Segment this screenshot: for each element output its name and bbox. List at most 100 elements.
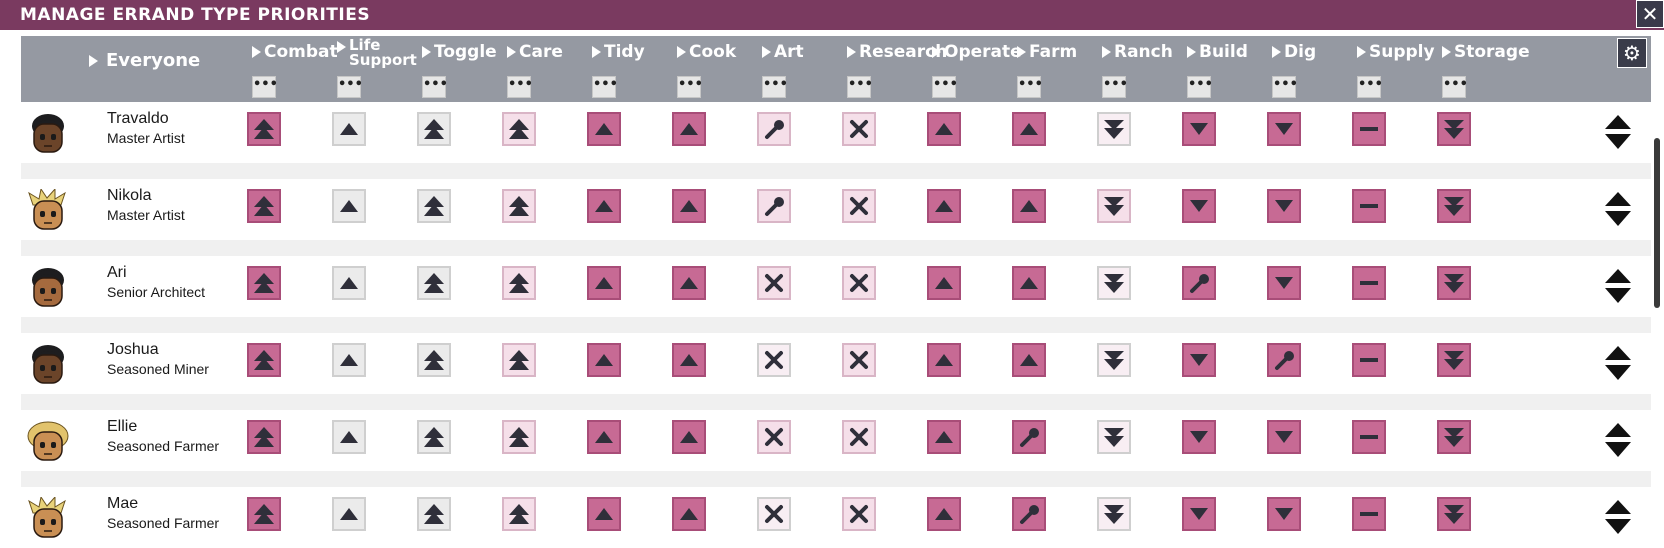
- priority-toggle-farm[interactable]: [1012, 420, 1046, 454]
- duplicant-name[interactable]: Ellie: [107, 418, 137, 436]
- priority-toggle-combat[interactable]: [247, 266, 281, 300]
- priority-toggle-cook[interactable]: [672, 189, 706, 223]
- avatar[interactable]: [27, 343, 69, 387]
- priority-toggle-supply[interactable]: [1352, 266, 1386, 300]
- priority-toggle-tidy[interactable]: [587, 266, 621, 300]
- priority-toggle-ranch[interactable]: [1097, 189, 1131, 223]
- priority-toggle-tidy[interactable]: [587, 497, 621, 531]
- column-sort-toggle[interactable]: Farm: [1017, 42, 1077, 62]
- priority-toggle-combat[interactable]: [247, 497, 281, 531]
- priority-toggle-dig[interactable]: [1267, 343, 1301, 377]
- priority-toggle-tidy[interactable]: [587, 189, 621, 223]
- priority-toggle-care[interactable]: [502, 189, 536, 223]
- priority-toggle-research[interactable]: [842, 189, 876, 223]
- column-options-button[interactable]: •••: [1187, 76, 1213, 98]
- avatar[interactable]: [27, 266, 69, 310]
- priority-toggle-toggle[interactable]: [417, 420, 451, 454]
- column-sort-toggle[interactable]: Build: [1187, 42, 1248, 62]
- priority-toggle-toggle[interactable]: [417, 112, 451, 146]
- priority-toggle-supply[interactable]: [1352, 189, 1386, 223]
- priority-toggle-supply[interactable]: [1352, 497, 1386, 531]
- column-sort-toggle[interactable]: Life Support: [337, 38, 417, 68]
- priority-toggle-research[interactable]: [842, 112, 876, 146]
- column-options-button[interactable]: •••: [1017, 76, 1043, 98]
- row-priority-adjust-button[interactable]: [1603, 112, 1633, 152]
- priority-toggle-combat[interactable]: [247, 420, 281, 454]
- column-sort-toggle[interactable]: Art: [762, 42, 804, 62]
- priority-toggle-life[interactable]: [332, 112, 366, 146]
- column-options-button[interactable]: •••: [1442, 76, 1468, 98]
- column-options-button[interactable]: •••: [847, 76, 873, 98]
- column-options-button[interactable]: •••: [507, 76, 533, 98]
- priority-toggle-dig[interactable]: [1267, 497, 1301, 531]
- row-priority-adjust-button[interactable]: [1603, 189, 1633, 229]
- priority-toggle-toggle[interactable]: [417, 497, 451, 531]
- row-priority-adjust-button[interactable]: [1603, 497, 1633, 537]
- priority-toggle-farm[interactable]: [1012, 266, 1046, 300]
- priority-toggle-ranch[interactable]: [1097, 112, 1131, 146]
- priority-toggle-combat[interactable]: [247, 112, 281, 146]
- priority-toggle-dig[interactable]: [1267, 112, 1301, 146]
- priority-toggle-combat[interactable]: [247, 189, 281, 223]
- priority-toggle-cook[interactable]: [672, 266, 706, 300]
- column-sort-toggle[interactable]: Dig: [1272, 42, 1316, 62]
- priority-toggle-art[interactable]: [757, 420, 791, 454]
- priority-toggle-supply[interactable]: [1352, 420, 1386, 454]
- priority-toggle-toggle[interactable]: [417, 189, 451, 223]
- priority-toggle-cook[interactable]: [672, 343, 706, 377]
- priority-toggle-cook[interactable]: [672, 497, 706, 531]
- priority-toggle-farm[interactable]: [1012, 343, 1046, 377]
- priority-toggle-combat[interactable]: [247, 343, 281, 377]
- column-sort-toggle[interactable]: Toggle: [422, 42, 497, 62]
- priority-toggle-care[interactable]: [502, 343, 536, 377]
- priority-toggle-supply[interactable]: [1352, 343, 1386, 377]
- priority-toggle-farm[interactable]: [1012, 112, 1046, 146]
- priority-toggle-ranch[interactable]: [1097, 497, 1131, 531]
- priority-toggle-build[interactable]: [1182, 112, 1216, 146]
- priority-toggle-storage[interactable]: [1437, 189, 1471, 223]
- priority-toggle-storage[interactable]: [1437, 420, 1471, 454]
- everyone-toggle[interactable]: Everyone: [89, 50, 200, 71]
- column-options-button[interactable]: •••: [932, 76, 958, 98]
- priority-toggle-art[interactable]: [757, 112, 791, 146]
- row-priority-adjust-button[interactable]: [1603, 420, 1633, 460]
- priority-toggle-build[interactable]: [1182, 420, 1216, 454]
- priority-toggle-tidy[interactable]: [587, 420, 621, 454]
- priority-toggle-care[interactable]: [502, 266, 536, 300]
- priority-toggle-dig[interactable]: [1267, 420, 1301, 454]
- column-options-button[interactable]: •••: [592, 76, 618, 98]
- priority-toggle-ranch[interactable]: [1097, 343, 1131, 377]
- priority-toggle-care[interactable]: [502, 112, 536, 146]
- column-options-button[interactable]: •••: [1357, 76, 1383, 98]
- priority-toggle-build[interactable]: [1182, 266, 1216, 300]
- priority-toggle-art[interactable]: [757, 343, 791, 377]
- priority-toggle-research[interactable]: [842, 343, 876, 377]
- priority-toggle-operate[interactable]: [927, 266, 961, 300]
- priority-toggle-toggle[interactable]: [417, 266, 451, 300]
- column-options-button[interactable]: •••: [762, 76, 788, 98]
- column-options-button[interactable]: •••: [337, 76, 363, 98]
- duplicant-name[interactable]: Ari: [107, 264, 127, 282]
- priority-toggle-care[interactable]: [502, 497, 536, 531]
- column-sort-toggle[interactable]: Cook: [677, 42, 736, 62]
- duplicant-name[interactable]: Travaldo: [107, 110, 169, 128]
- priority-toggle-research[interactable]: [842, 266, 876, 300]
- close-button[interactable]: ✕: [1636, 0, 1664, 28]
- column-sort-toggle[interactable]: Combat: [252, 42, 338, 62]
- priority-toggle-operate[interactable]: [927, 497, 961, 531]
- avatar[interactable]: [27, 112, 69, 156]
- settings-button[interactable]: ⚙: [1617, 38, 1647, 68]
- priority-toggle-research[interactable]: [842, 497, 876, 531]
- priority-toggle-life[interactable]: [332, 189, 366, 223]
- priority-toggle-life[interactable]: [332, 343, 366, 377]
- row-priority-adjust-button[interactable]: [1603, 343, 1633, 383]
- column-options-button[interactable]: •••: [252, 76, 278, 98]
- priority-toggle-cook[interactable]: [672, 112, 706, 146]
- avatar[interactable]: [27, 187, 69, 233]
- column-sort-toggle[interactable]: Operate: [932, 42, 1022, 62]
- priority-toggle-build[interactable]: [1182, 189, 1216, 223]
- row-priority-adjust-button[interactable]: [1603, 266, 1633, 306]
- column-sort-toggle[interactable]: Ranch: [1102, 42, 1173, 62]
- scrollbar-thumb[interactable]: [1654, 138, 1660, 308]
- priority-toggle-ranch[interactable]: [1097, 420, 1131, 454]
